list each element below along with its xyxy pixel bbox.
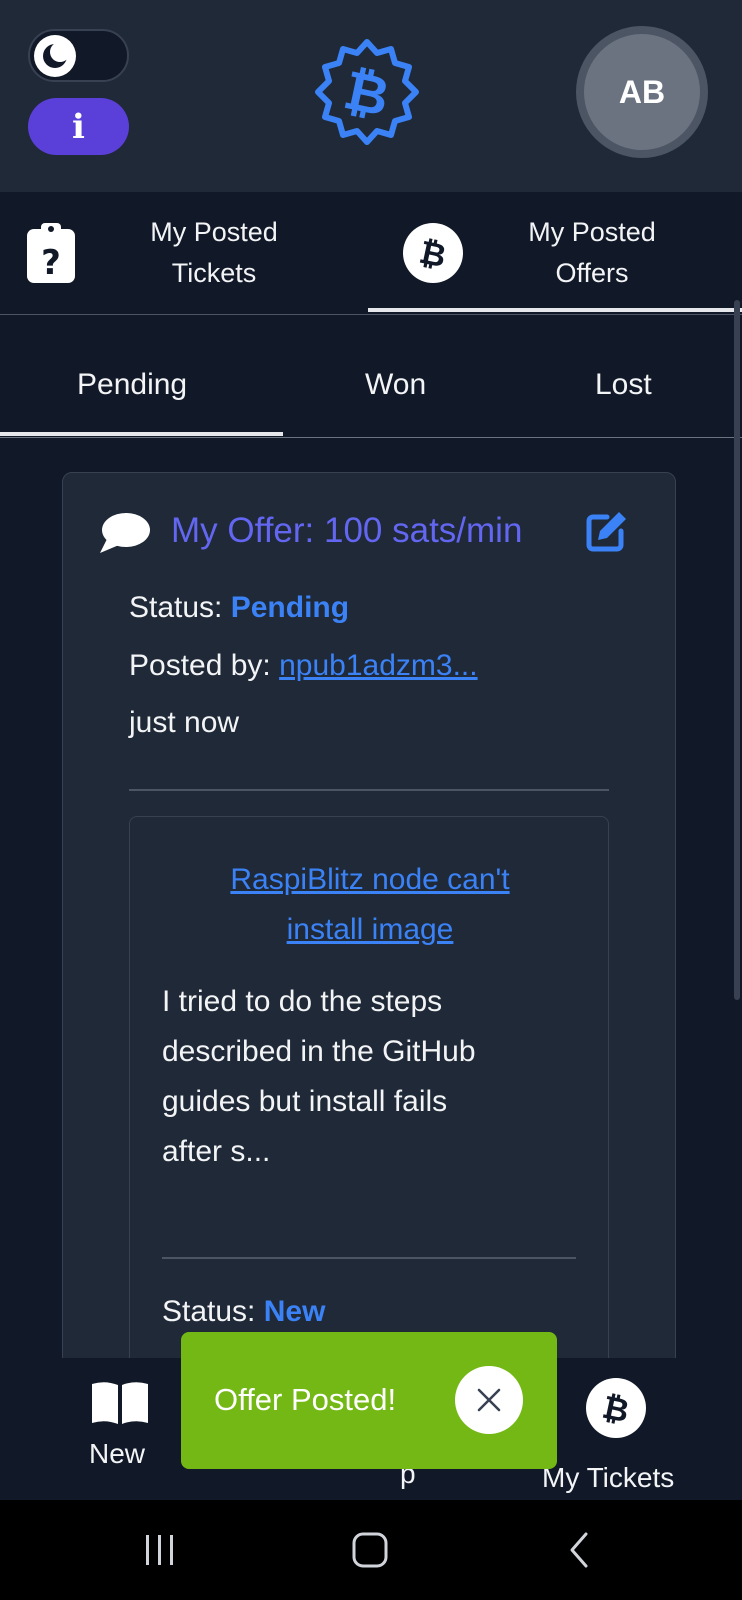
offer-title: My Offer: 100 sats/min xyxy=(171,511,523,550)
poster-npub-link[interactable]: npub1adzm3... xyxy=(279,649,477,682)
posted-by-label: Posted by: xyxy=(129,649,271,682)
divider xyxy=(129,789,609,791)
offer-status-tabs: Pending Won Lost xyxy=(0,338,742,438)
bitcoin-badge-logo[interactable]: ₿ xyxy=(311,36,423,148)
active-tab-indicator xyxy=(368,308,742,312)
close-icon xyxy=(477,1388,501,1412)
book-open-icon xyxy=(92,1382,148,1424)
offer-posted-by-line: Posted by: npub1adzm3... xyxy=(129,649,478,683)
toast-message: Offer Posted! xyxy=(214,1382,397,1417)
nav-new-label: New xyxy=(89,1438,146,1469)
ticket-card: RaspiBlitz node can't install image I tr… xyxy=(129,816,610,1371)
bitcoin-icon: ₿ xyxy=(586,1378,646,1438)
success-toast: Offer Posted! xyxy=(181,1332,557,1469)
avatar: AB xyxy=(584,34,700,150)
svg-text:?: ? xyxy=(41,243,61,283)
status-badge: New xyxy=(263,1295,326,1328)
ticket-title-link[interactable]: RaspiBlitz node can't install image xyxy=(130,855,610,955)
svg-text:₿: ₿ xyxy=(599,1388,632,1428)
avatar-button[interactable]: AB xyxy=(576,26,708,158)
app-header: i ₿ AB xyxy=(0,0,742,192)
info-icon: i xyxy=(72,106,85,147)
chat-bubble-icon xyxy=(100,513,150,553)
scrollbar[interactable] xyxy=(734,300,740,1000)
svg-text:₿: ₿ xyxy=(416,233,449,273)
active-subtab-indicator xyxy=(0,432,283,436)
info-button[interactable]: i xyxy=(28,98,129,155)
status-label: Status: xyxy=(162,1295,256,1328)
home-icon[interactable] xyxy=(340,1530,400,1570)
main-tabs: ? My Posted Tickets ₿ My Posted Offers xyxy=(0,192,742,315)
bitcoin-icon: ₿ xyxy=(403,223,463,283)
tab-my-posted-offers[interactable]: ₿ My Posted Offers xyxy=(368,192,742,315)
status-label: Status: xyxy=(129,591,223,624)
divider xyxy=(162,1257,576,1259)
nav-my-tickets-label: My Tickets xyxy=(542,1462,675,1493)
tab-label: My Posted Offers xyxy=(528,217,656,288)
svg-text:₿: ₿ xyxy=(339,58,395,129)
back-icon[interactable] xyxy=(550,1530,610,1570)
offer-header: My Offer: 100 sats/min xyxy=(97,507,657,557)
tab-label: My Posted Tickets xyxy=(150,217,278,288)
tab-pending[interactable]: Pending xyxy=(77,368,187,402)
ticket-status-line: Status: New xyxy=(162,1295,325,1329)
system-nav-bar xyxy=(0,1500,742,1600)
offer-time: just now xyxy=(129,706,240,739)
tab-won[interactable]: Won xyxy=(365,368,426,402)
toast-close-button[interactable] xyxy=(455,1366,523,1434)
recent-apps-icon[interactable] xyxy=(130,1530,190,1570)
tab-my-posted-tickets[interactable]: ? My Posted Tickets xyxy=(0,192,368,315)
moon-icon xyxy=(34,35,76,77)
status-badge: Pending xyxy=(230,591,350,624)
offer-status-line: Status: Pending xyxy=(129,591,349,625)
ticket-description: I tried to do the steps described in the… xyxy=(162,985,476,1168)
tab-lost[interactable]: Lost xyxy=(595,368,652,402)
offer-card: My Offer: 100 sats/min Status: Pending P… xyxy=(62,472,676,1372)
theme-toggle[interactable] xyxy=(28,29,129,82)
edit-icon[interactable] xyxy=(585,509,629,553)
question-clipboard-icon: ? xyxy=(27,223,75,283)
